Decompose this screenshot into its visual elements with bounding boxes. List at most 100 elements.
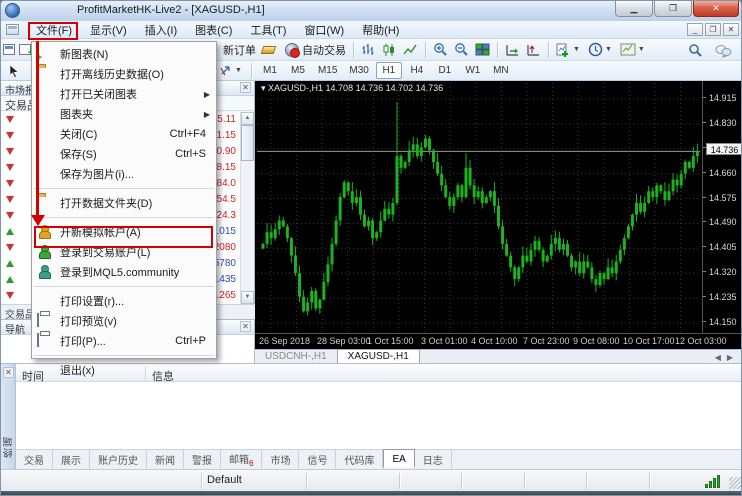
terminal-tab-警报[interactable]: 警报 (184, 450, 221, 469)
timeframe-H1[interactable]: H1 (376, 62, 402, 79)
resize-grip[interactable] (729, 477, 741, 489)
minimize-button[interactable]: ▁ (615, 1, 653, 17)
scroll-down-icon[interactable]: ▼ (241, 291, 254, 304)
child-minimize-button[interactable]: _ (687, 23, 703, 36)
terminal-close-icon[interactable]: ✕ (3, 367, 14, 378)
chat-icon[interactable] (712, 42, 735, 60)
close-button[interactable]: ✕ (693, 1, 739, 17)
terminal-tab-日志[interactable]: 日志 (415, 450, 452, 469)
file-menu-item-图表夹[interactable]: 图表夹▶ (32, 104, 216, 124)
chart-window[interactable]: ▾ XAGUSD-,H1 14.708 14.736 14.702 14.736… (255, 81, 742, 363)
indicators-button[interactable]: ▼ (553, 41, 585, 59)
timeframe-M1[interactable]: M1 (257, 62, 283, 79)
timeframe-D1[interactable]: D1 (432, 62, 458, 79)
periods-button[interactable]: ▼ (585, 40, 617, 59)
price-tick: 14.320 (709, 267, 737, 277)
timeframe-W1[interactable]: W1 (460, 62, 486, 79)
chart-shift-button[interactable] (523, 41, 544, 59)
cursor-icon[interactable] (5, 62, 23, 80)
file-menu-item-label: 保存(S) (60, 146, 97, 162)
new-order-button[interactable]: 新订单 (217, 40, 259, 60)
terminal-tab-交易[interactable]: 交易 (16, 450, 53, 469)
file-menu-item-打印预览[interactable]: 打印预览(v) (32, 311, 216, 331)
child-close-button[interactable]: ✕ (723, 23, 739, 36)
menu-帮助[interactable]: 帮助(H) (353, 20, 408, 40)
file-menu-item-打开已关闭图表[interactable]: 打开已关闭图表▶ (32, 84, 216, 104)
menu-显示[interactable]: 显示(V) (81, 20, 136, 40)
terminal-tab-EA[interactable]: EA (383, 449, 414, 468)
price-tick: 14.915 (709, 93, 737, 103)
price-tick: 14.490 (709, 217, 737, 227)
zoom-in-button[interactable] (430, 40, 451, 59)
navigator-close-icon[interactable]: ✕ (240, 321, 251, 332)
file-menu-item-保存[interactable]: 保存(S)Ctrl+S (32, 144, 216, 164)
timeframe-MN[interactable]: MN (488, 62, 514, 79)
terminal-tab-邮箱[interactable]: 邮箱6 (221, 449, 262, 470)
file-menu-item-新图表[interactable]: 新图表(N) (32, 44, 216, 64)
line-chart-button[interactable] (400, 41, 421, 59)
timeframe-M15[interactable]: M15 (313, 62, 342, 79)
terminal-tab-代码库[interactable]: 代码库 (336, 450, 383, 469)
file-menu-item-保存为图片[interactable]: 保存为图片(i)... (32, 164, 216, 184)
file-menu-item-label: 图表夹 (60, 106, 93, 122)
market-watch-close-icon[interactable]: ✕ (240, 82, 251, 93)
menu-窗口[interactable]: 窗口(W) (295, 20, 353, 40)
title-bar[interactable]: ProfitMarketHK-Live2 - [XAGUSD-,H1] ▁ ❐ … (1, 1, 742, 21)
new-chart-icon (37, 47, 53, 61)
chart-doc-icon[interactable] (6, 24, 19, 35)
file-menu-item-打印设置[interactable]: 打印设置(r)... (32, 291, 216, 311)
candlestick-plot[interactable] (257, 83, 700, 333)
terminal-tab-信号[interactable]: 信号 (299, 450, 336, 469)
file-menu-item-关闭[interactable]: 关闭(C)Ctrl+F4 (32, 124, 216, 144)
templates-button[interactable]: ▼ (617, 41, 650, 58)
terminal-tab-新闻[interactable]: 新闻 (147, 450, 184, 469)
periods-dropdown[interactable]: ▼ (605, 46, 612, 53)
gold-icon[interactable] (261, 46, 277, 54)
chart-tab-USDCNH-,H1[interactable]: USDCNH-,H1 (255, 350, 337, 363)
menu-插入[interactable]: 插入(I) (136, 20, 186, 40)
tile-windows-button[interactable] (472, 41, 493, 59)
file-menu-item-label: 打印预览(v) (60, 313, 117, 329)
market-watch-scrollbar[interactable]: ▲ ▼ (240, 112, 253, 304)
child-restore-button[interactable]: ❐ (705, 23, 721, 36)
timeframe-H4[interactable]: H4 (404, 62, 430, 79)
menu-图表[interactable]: 图表(C) (186, 20, 241, 40)
scroll-up-icon[interactable]: ▲ (241, 112, 254, 125)
new-chart-icon[interactable] (3, 44, 15, 55)
terminal-tab-展示[interactable]: 展示 (53, 450, 90, 469)
arrows-tool-button[interactable]: ▼ (215, 62, 247, 80)
status-profile[interactable]: Default (207, 474, 242, 486)
column-message[interactable]: 信息 (146, 366, 742, 381)
restore-button[interactable]: ❐ (654, 1, 692, 17)
templates-dropdown[interactable]: ▼ (638, 46, 645, 53)
autoscroll-button[interactable] (502, 41, 523, 59)
file-menu-item-登录到MQL5.community[interactable]: 登录到MQL5.community (32, 262, 216, 282)
bar-chart-button[interactable] (358, 41, 379, 59)
auto-trading-button[interactable]: 自动交易 (282, 40, 349, 60)
file-menu-item-打开数据文件夹[interactable]: 打开数据文件夹(D) (32, 193, 216, 213)
arrow-down-icon (6, 180, 14, 187)
tab-scroll-arrows[interactable]: ◀▶ (715, 353, 739, 362)
search-icon[interactable] (685, 41, 706, 60)
timeframe-M5[interactable]: M5 (285, 62, 311, 79)
timeframe-M30[interactable]: M30 (344, 62, 373, 79)
open-chart-icon[interactable] (19, 44, 31, 55)
terminal-tab-账户历史[interactable]: 账户历史 (90, 450, 147, 469)
menu-工具[interactable]: 工具(T) (241, 20, 295, 40)
price-tick: 14.235 (709, 292, 737, 302)
zoom-out-button[interactable] (451, 40, 472, 59)
indicators-dropdown[interactable]: ▼ (573, 46, 580, 53)
terminal-caption-strip: ✕ 终端 (1, 364, 16, 470)
time-axis: 26 Sep 201828 Sep 03:001 Oct 15:003 Oct … (255, 333, 742, 347)
file-menu-item-打开离线历史数据[interactable]: 打开离线历史数据(O) (32, 64, 216, 84)
file-menu-item-label: 打开离线历史数据(O) (60, 66, 164, 82)
terminal-tab-市场[interactable]: 市场 (262, 450, 299, 469)
arrows-dropdown[interactable]: ▼ (235, 67, 242, 74)
candlestick-button[interactable] (379, 41, 400, 59)
chart-tab-XAGUSD-,H1[interactable]: XAGUSD-,H1 (337, 349, 420, 363)
mail-badge: 6 (249, 459, 253, 468)
file-menu-item-退出[interactable]: 退出(x) (32, 360, 216, 380)
mql5-community-icon (37, 265, 53, 279)
scrollbar-thumb[interactable] (241, 125, 254, 161)
file-menu-item-打印[interactable]: 打印(P)...Ctrl+P (32, 331, 216, 351)
